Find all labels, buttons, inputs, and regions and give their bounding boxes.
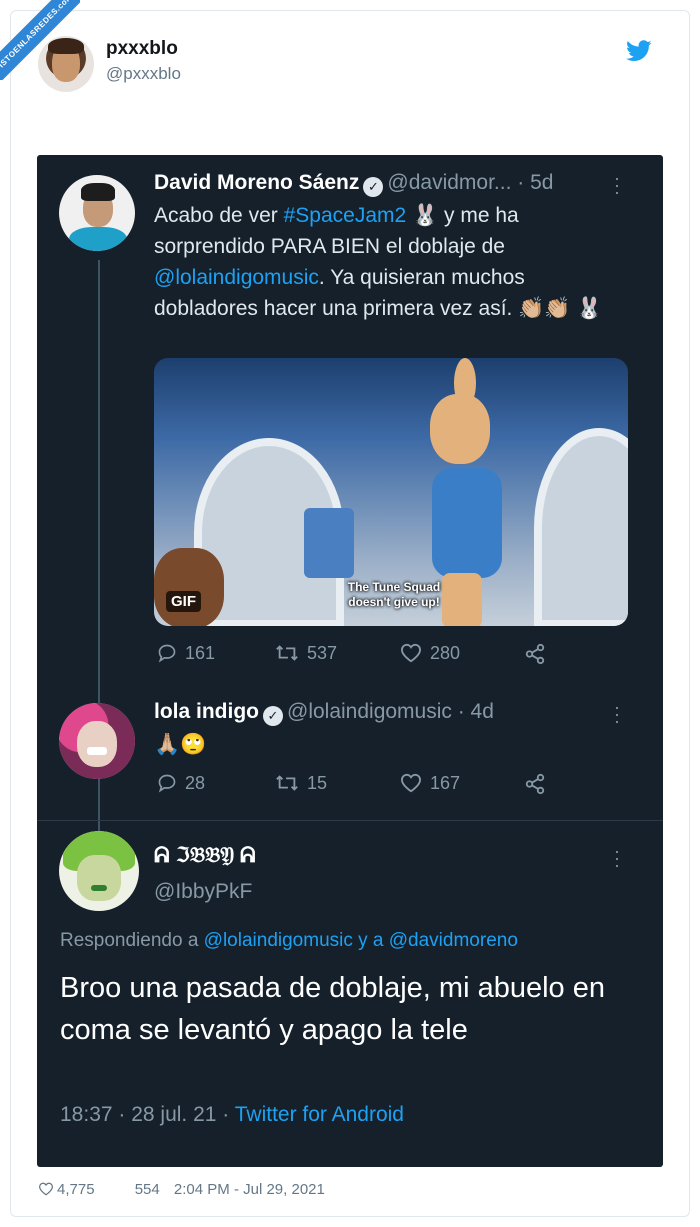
retweet-icon bbox=[276, 775, 298, 791]
share-icon bbox=[525, 643, 545, 665]
tweet-date[interactable]: 2:04 PM - Jul 29, 2021 bbox=[174, 1181, 325, 1198]
like-icon bbox=[400, 773, 422, 793]
author-handle[interactable]: @lolaindigomusic · 4d bbox=[287, 700, 494, 723]
divider bbox=[37, 820, 663, 821]
tweet-actions: 28 15 167 bbox=[157, 773, 557, 799]
watermark-ribbon: VISTOENLASREDES.com bbox=[0, 0, 80, 80]
share-icon bbox=[525, 773, 545, 795]
watermark-text: VISTOENLASREDES.com bbox=[0, 0, 80, 80]
tweet-text: Broo una pasada de doblaje, mi abuelo en… bbox=[60, 972, 605, 1046]
outer-tweet-stats: 4,775 554 2:04 PM - Jul 29, 2021 bbox=[38, 1181, 335, 1198]
verified-icon: ✓ bbox=[363, 177, 384, 197]
mention-link[interactable]: @lolaindigomusic bbox=[154, 266, 319, 289]
avatar[interactable] bbox=[59, 175, 135, 251]
outer-tweet-header: pxxxblo @pxxxblo bbox=[38, 36, 668, 96]
avatar[interactable] bbox=[59, 703, 135, 779]
tweet-text: 🙏🏼🙄 bbox=[154, 733, 207, 756]
tweet-timestamp: 18:37 · 28 jul. 21 · Twitter for Android bbox=[60, 1103, 404, 1126]
retweet-count[interactable]: 554 bbox=[135, 1181, 160, 1198]
more-dots-icon[interactable]: · · · bbox=[612, 698, 622, 730]
share-button[interactable] bbox=[524, 773, 554, 796]
author-handle[interactable]: @pxxxblo bbox=[106, 64, 181, 84]
author-name[interactable]: lola indigo bbox=[154, 700, 259, 723]
source-link[interactable]: Twitter for Android bbox=[235, 1103, 404, 1126]
like-count[interactable]: 4,775 bbox=[38, 1181, 105, 1198]
tweet-text: Acabo de ver #SpaceJam2 🐰 y me ha sorpre… bbox=[154, 204, 603, 320]
reply-button[interactable]: 161 bbox=[157, 643, 215, 664]
tweet-age: · 5d bbox=[517, 171, 554, 194]
reply-icon bbox=[158, 644, 176, 663]
retweet-button[interactable]: 537 bbox=[275, 643, 337, 664]
twitter-bird-icon[interactable] bbox=[626, 40, 652, 62]
retweet-button[interactable]: 15 bbox=[275, 773, 327, 794]
author-name[interactable]: ᕱ ℑ𝔅𝔅𝔜 ᕱ bbox=[154, 843, 256, 868]
mention-link[interactable]: @lolaindigomusic y a @davidmoreno bbox=[204, 930, 518, 951]
like-button[interactable]: 280 bbox=[400, 643, 460, 664]
tweet-meta: David Moreno Sáenz ✓ @davidmor... · 5d bbox=[154, 171, 553, 197]
media-caption: The Tune Squad doesn't give up! bbox=[347, 580, 441, 609]
author-handle[interactable]: @IbbyPkF bbox=[154, 880, 252, 904]
reply-button[interactable]: 28 bbox=[157, 773, 205, 794]
like-icon bbox=[400, 643, 422, 663]
tweet-actions: 161 537 280 bbox=[157, 643, 557, 669]
retweet-icon bbox=[276, 645, 298, 661]
tweet-media-gif[interactable]: GIF The Tune Squad doesn't give up! bbox=[154, 358, 628, 626]
tweet-screenshot: David Moreno Sáenz ✓ @davidmor... · 5d · · ·… bbox=[37, 155, 663, 1167]
like-button[interactable]: 167 bbox=[400, 773, 460, 794]
like-icon bbox=[38, 1182, 54, 1196]
author-handle[interactable]: @davidmor... bbox=[387, 171, 511, 194]
gif-badge: GIF bbox=[166, 591, 201, 612]
tweet-meta: lola indigo ✓ @lolaindigomusic · 4d bbox=[154, 700, 494, 726]
verified-icon: ✓ bbox=[263, 706, 283, 726]
more-dots-icon[interactable]: · · · bbox=[612, 169, 622, 201]
hashtag-link[interactable]: #SpaceJam2 bbox=[284, 204, 407, 227]
author-name[interactable]: pxxxblo bbox=[106, 38, 178, 60]
replying-to: Respondiendo a @lolaindigomusic y a @dav… bbox=[60, 930, 518, 951]
author-name[interactable]: David Moreno Sáenz bbox=[154, 171, 359, 194]
avatar[interactable] bbox=[59, 831, 139, 911]
reply-icon bbox=[158, 774, 176, 793]
share-button[interactable] bbox=[524, 643, 554, 666]
more-dots-icon[interactable]: · · · bbox=[612, 842, 622, 874]
